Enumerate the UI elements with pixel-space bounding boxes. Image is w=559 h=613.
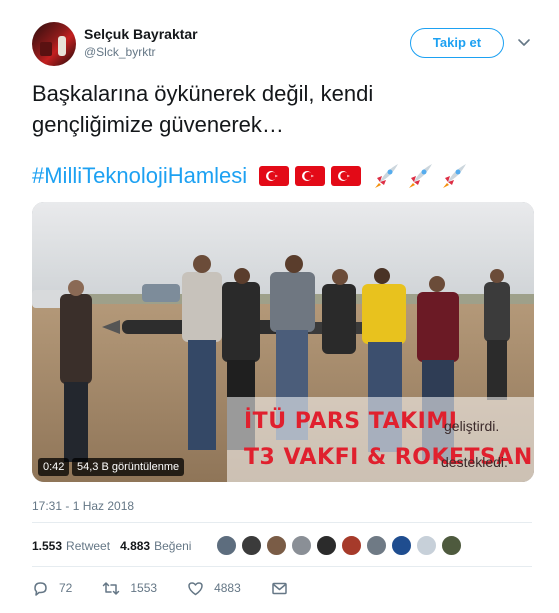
tweet-timestamp[interactable]: 17:31 - 1 Haz 2018 [32,499,134,513]
video-duration-badge: 0:42 [38,458,70,476]
tweet-text: Başkalarına öykünerek değil, kendi gençl… [32,78,532,140]
video-player[interactable]: İTÜ PARS TAKIMI geliştirdi. T3 VAKFI & R… [32,202,534,482]
avatar[interactable] [341,535,362,556]
rocket-icon [375,164,399,188]
retweet-count[interactable]: 1.553 [32,539,62,553]
rocket-icon [409,164,433,188]
like-button[interactable]: 4883 [187,580,241,597]
like-count[interactable]: 4.883 [120,539,150,553]
retweet-label[interactable]: Retweet [66,539,110,553]
overlay-caption-2: destekledi. [441,454,508,470]
reply-icon [34,581,47,596]
video-views-badge: 54,3 B görüntülenme [72,458,185,476]
direct-message-button[interactable] [271,580,298,597]
tweet-stats: 1.553 Retweet 4.883 Beğeni [32,536,201,556]
hashtag-line: #MilliTeknolojiHamlesi [32,160,469,192]
hashtag-link[interactable]: #MilliTeknolojiHamlesi [32,163,247,189]
retweet-icon [103,581,120,595]
turkey-flag-icon [259,166,290,186]
avatar[interactable] [441,535,462,556]
tweet-header: Selçuk Bayraktar @Slck_byrktr Takip et [32,22,532,66]
retweet-button[interactable]: 1553 [102,580,157,597]
avatar[interactable] [291,535,312,556]
overlay-caption-1: geliştirdi. [444,418,500,434]
like-label[interactable]: Beğeni [154,539,191,553]
divider [32,522,532,523]
avatar[interactable] [366,535,387,556]
heart-icon [188,581,203,595]
avatar[interactable] [216,535,237,556]
reply-button[interactable]: 72 [32,580,72,597]
turkey-flag-icon [295,166,326,186]
chevron-down-icon[interactable] [516,34,532,50]
tweet-line-2: gençliğimize güvenerek… [32,112,284,137]
tweet-actions: 72 1553 4883 [32,578,328,598]
follow-button[interactable]: Takip et [410,28,504,58]
avatar[interactable] [416,535,437,556]
like-action-count: 4883 [214,581,241,595]
envelope-icon [272,582,287,594]
turkey-flag-icon [331,166,362,186]
avatar[interactable] [32,22,76,66]
video-thumbnail [32,202,534,482]
reply-count: 72 [59,581,73,595]
user-name[interactable]: Selçuk Bayraktar [84,26,198,42]
retweet-action-count: 1553 [130,581,158,595]
user-handle[interactable]: @Slck_byrktr [84,45,156,59]
tweet-line-1: Başkalarına öykünerek değil, kendi [32,81,374,106]
avatar[interactable] [266,535,287,556]
avatar[interactable] [241,535,262,556]
avatar[interactable] [316,535,337,556]
overlay-title-1: İTÜ PARS TAKIMI [244,409,458,434]
avatar[interactable] [391,535,412,556]
liker-avatars [216,535,466,556]
rocket-icon [443,164,467,188]
divider [32,566,532,567]
